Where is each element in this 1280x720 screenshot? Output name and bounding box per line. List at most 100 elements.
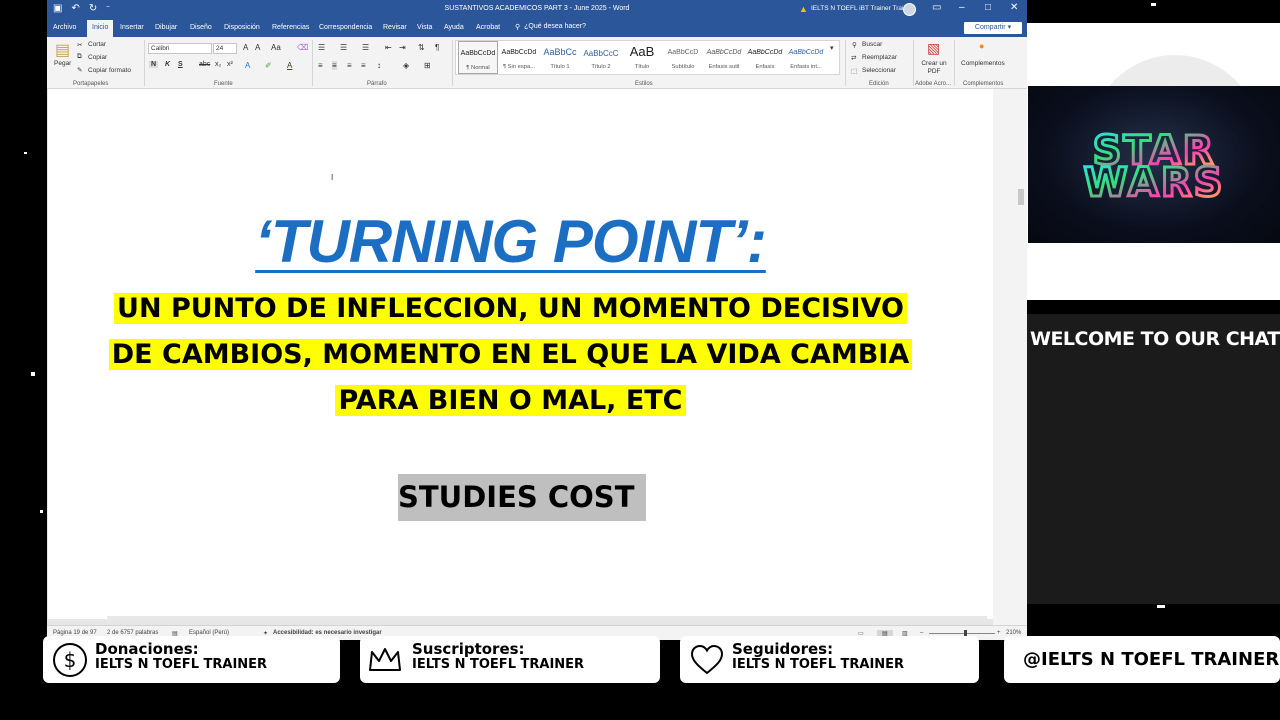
borders-icon[interactable]: ⊞ bbox=[424, 61, 431, 70]
maximize-icon[interactable]: □ bbox=[985, 2, 991, 14]
style-heading-1[interactable]: AaBbCc Título 1 bbox=[540, 41, 580, 74]
warning-icon[interactable]: ▲ bbox=[799, 4, 808, 14]
grow-font-icon[interactable]: A bbox=[243, 43, 248, 52]
shrink-font-icon[interactable]: A bbox=[255, 43, 260, 52]
bold-button[interactable]: N bbox=[149, 61, 159, 68]
tab-disposicion[interactable]: Disposición bbox=[224, 24, 260, 31]
style-title[interactable]: AaB Título bbox=[622, 41, 662, 74]
align-left-icon[interactable]: ≡ bbox=[318, 61, 323, 70]
tab-diseno[interactable]: Diseño bbox=[190, 24, 212, 31]
addins-button[interactable]: Complementos bbox=[961, 60, 1005, 67]
select-icon[interactable]: ⬚ bbox=[851, 67, 857, 75]
sort-icon[interactable]: ⇅ bbox=[418, 43, 425, 52]
highlight-icon[interactable]: ✐ bbox=[265, 61, 272, 70]
copy-icon[interactable]: ⧉ bbox=[77, 53, 82, 61]
definition-block: UN PUNTO DE INFLECCION, UN MOMENTO DECIS… bbox=[48, 288, 973, 426]
replace-button[interactable]: Reemplazar bbox=[862, 54, 897, 61]
subscript-icon[interactable]: x₂ bbox=[215, 61, 221, 68]
pdf-icon[interactable]: ▧ bbox=[927, 40, 940, 57]
change-case-icon[interactable]: Aa bbox=[271, 43, 281, 52]
strikethrough-icon[interactable]: abc bbox=[199, 61, 210, 68]
style-preview: AaBbCcDd bbox=[460, 50, 496, 57]
gallery-more-icon[interactable]: ▾ bbox=[830, 44, 834, 52]
tab-acrobat[interactable]: Acrobat bbox=[476, 24, 500, 31]
style-name: ¶ Sin espa... bbox=[502, 64, 536, 70]
addins-icon[interactable]: ● bbox=[979, 41, 984, 51]
paste-icon[interactable]: ▤ bbox=[55, 40, 70, 60]
cut-button[interactable]: Cortar bbox=[88, 41, 106, 48]
shading-icon[interactable]: ◈ bbox=[403, 61, 409, 70]
font-color-icon[interactable]: A bbox=[287, 61, 292, 70]
tab-insertar[interactable]: Insertar bbox=[120, 24, 144, 31]
text-effects-icon[interactable]: A bbox=[245, 61, 250, 70]
zoom-slider[interactable] bbox=[929, 633, 995, 634]
style-normal[interactable]: AaBbCcDd ¶ Normal bbox=[458, 41, 498, 74]
scroll-thumb[interactable] bbox=[1018, 189, 1024, 205]
style-subtle-emphasis[interactable]: AaBbCcDd Énfasis sutil bbox=[704, 41, 744, 74]
tab-inicio[interactable]: Inicio bbox=[87, 20, 114, 37]
definition-text: UN PUNTO DE INFLECCION, UN MOMENTO DECIS… bbox=[114, 293, 907, 324]
avatar[interactable] bbox=[903, 3, 916, 16]
style-preview: AaBbCcD bbox=[667, 49, 699, 56]
style-name: Subtítulo bbox=[671, 64, 695, 70]
justify-icon[interactable]: ≡ bbox=[361, 61, 366, 70]
title-bar: ▣ ↶ ↻ ⁼ SUSTANTIVOS ACADEMICOS PART 3 - … bbox=[47, 0, 1027, 19]
definition-text: DE CAMBIOS, MOMENTO EN EL QUE LA VIDA CA… bbox=[108, 339, 913, 370]
editing-group-label: Edición bbox=[869, 81, 889, 87]
select-button[interactable]: Seleccionar bbox=[862, 67, 896, 74]
align-right-icon[interactable]: ≡ bbox=[347, 61, 352, 70]
overlay-dot bbox=[1157, 605, 1165, 608]
tab-referencias[interactable]: Referencias bbox=[272, 24, 309, 31]
copy-button[interactable]: Copiar bbox=[88, 54, 107, 61]
tab-dibujar[interactable]: Dibujar bbox=[155, 24, 177, 31]
scissors-icon[interactable]: ✂ bbox=[77, 41, 82, 49]
line-spacing-icon[interactable]: ↕ bbox=[377, 61, 381, 70]
style-name: Título 2 bbox=[591, 64, 611, 70]
create-pdf-button[interactable]: Crear un PDF bbox=[919, 60, 949, 76]
tab-revisar[interactable]: Revisar bbox=[383, 24, 407, 31]
replace-icon[interactable]: ⇄ bbox=[851, 54, 856, 62]
definition-line: DE CAMBIOS, MOMENTO EN EL QUE LA VIDA CA… bbox=[48, 334, 973, 380]
brush-icon[interactable]: ✎ bbox=[77, 66, 82, 74]
style-preview: AaBbCcDd bbox=[747, 49, 783, 56]
star-wars-line-2: WARS bbox=[1084, 160, 1225, 206]
font-name-combo[interactable]: Calibri bbox=[148, 43, 212, 54]
align-center-icon[interactable]: ≡ bbox=[332, 61, 337, 70]
tab-correspondencia[interactable]: Correspondencia bbox=[319, 24, 372, 31]
style-name: Título bbox=[634, 64, 650, 70]
multilevel-icon[interactable]: ☰ bbox=[362, 43, 369, 52]
italic-button[interactable]: K bbox=[165, 61, 170, 68]
paste-button[interactable]: Pegar bbox=[54, 60, 71, 67]
tab-vista[interactable]: Vista bbox=[417, 24, 432, 31]
format-painter-button[interactable]: Copiar formato bbox=[88, 67, 131, 74]
style-no-spacing[interactable]: AaBbCcDd ¶ Sin espa... bbox=[499, 41, 539, 74]
find-button[interactable]: Buscar bbox=[862, 41, 882, 48]
close-icon[interactable]: ✕ bbox=[1010, 2, 1018, 14]
style-intense-emphasis[interactable]: AaBbCcDd Énfasis int... bbox=[786, 41, 826, 74]
tell-me-search[interactable]: ⚲ ¿Qué desea hacer? bbox=[515, 23, 586, 31]
minimize-icon[interactable]: – bbox=[959, 2, 965, 14]
numbering-icon[interactable]: ☰ bbox=[340, 43, 347, 52]
superscript-icon[interactable]: x² bbox=[227, 61, 233, 68]
account-name[interactable]: IELTS N TOEFL iBT Trainer Trainer bbox=[811, 5, 913, 12]
vertical-scrollbar[interactable] bbox=[993, 89, 1027, 625]
style-heading-2[interactable]: AaBbCcC Título 2 bbox=[581, 41, 621, 74]
tab-ayuda[interactable]: Ayuda bbox=[444, 24, 464, 31]
style-subtitle[interactable]: AaBbCcD Subtítulo bbox=[663, 41, 703, 74]
tab-archivo[interactable]: Archivo bbox=[53, 24, 76, 31]
clear-format-icon[interactable]: ⌫ bbox=[297, 43, 308, 52]
pilcrow-icon[interactable]: ¶ bbox=[435, 43, 439, 52]
share-button[interactable]: Compartir ▾ bbox=[964, 22, 1022, 34]
horizontal-scrollbar[interactable] bbox=[107, 616, 987, 623]
ribbon-display-icon[interactable]: ▭ bbox=[932, 2, 941, 14]
style-emphasis[interactable]: AaBbCcDd Énfasis bbox=[745, 41, 785, 74]
decrease-indent-icon[interactable]: ⇤ bbox=[385, 43, 392, 52]
font-size-combo[interactable]: 24 bbox=[213, 43, 237, 54]
underline-button[interactable]: S bbox=[178, 61, 183, 68]
zoom-in-icon[interactable]: + bbox=[997, 630, 1001, 636]
search-icon[interactable]: ⚲ bbox=[852, 41, 857, 49]
increase-indent-icon[interactable]: ⇥ bbox=[399, 43, 406, 52]
headline-text: ‘TURNING POINT’: bbox=[255, 208, 767, 275]
bullets-icon[interactable]: ☰ bbox=[318, 43, 325, 52]
document-page[interactable]: I ‘TURNING POINT’: UN PUNTO DE INFLECCIO… bbox=[48, 89, 994, 619]
